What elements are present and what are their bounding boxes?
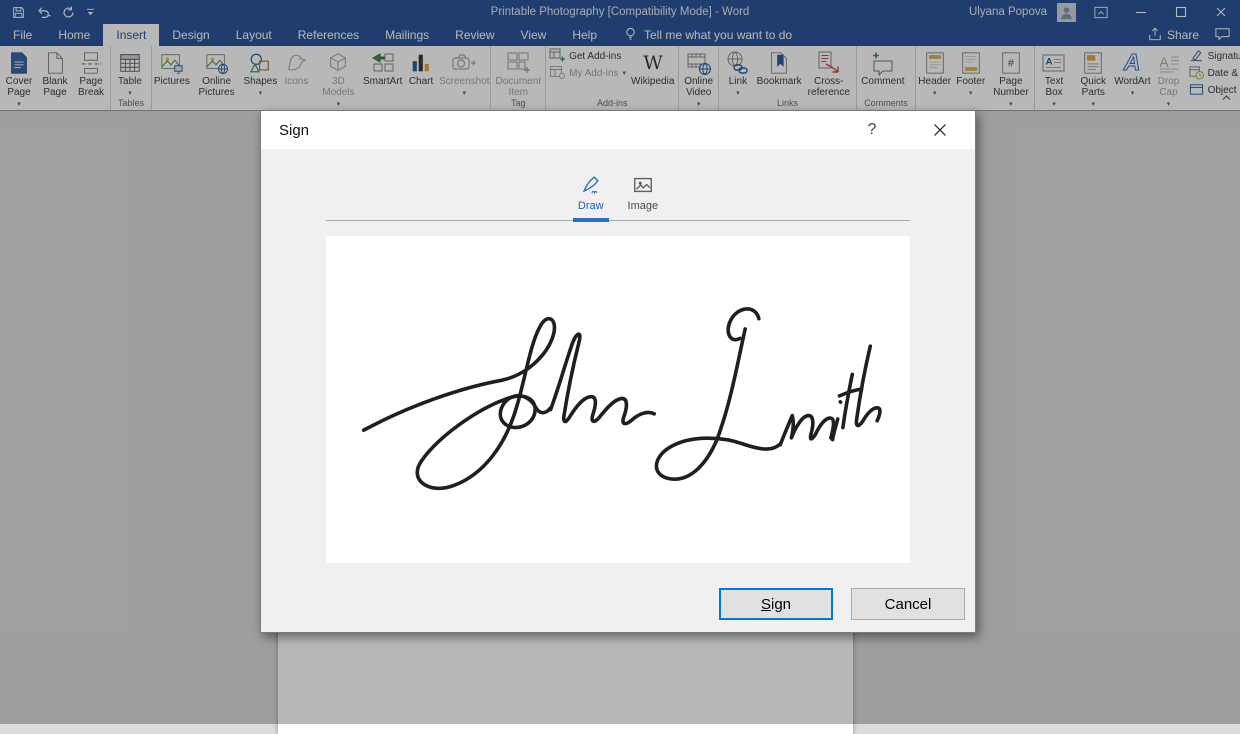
cancel-button[interactable]: Cancel bbox=[851, 588, 965, 620]
dialog-title: Sign bbox=[279, 122, 309, 139]
dialog-actions: Sign Cancel bbox=[719, 588, 965, 620]
cancel-button-label: Cancel bbox=[885, 596, 932, 613]
dialog-titlebar: Sign ? bbox=[261, 111, 975, 149]
dialog-close-button[interactable] bbox=[923, 122, 957, 138]
signature-canvas[interactable] bbox=[326, 236, 910, 563]
sign-dialog: Sign ? Draw Image Sign Cancel bbox=[260, 110, 976, 633]
dialog-tab-strip: Draw Image bbox=[326, 174, 910, 221]
sign-button[interactable]: Sign bbox=[719, 588, 833, 620]
tab-image[interactable]: Image bbox=[621, 174, 666, 220]
image-icon bbox=[632, 174, 654, 196]
signature-drawing bbox=[350, 280, 890, 516]
tab-draw-label: Draw bbox=[578, 200, 604, 212]
tab-image-label: Image bbox=[628, 200, 659, 212]
draw-icon bbox=[579, 174, 602, 196]
dialog-help-button[interactable]: ? bbox=[857, 121, 887, 139]
sign-button-label: Sign bbox=[761, 596, 791, 613]
tab-draw[interactable]: Draw bbox=[571, 174, 611, 220]
